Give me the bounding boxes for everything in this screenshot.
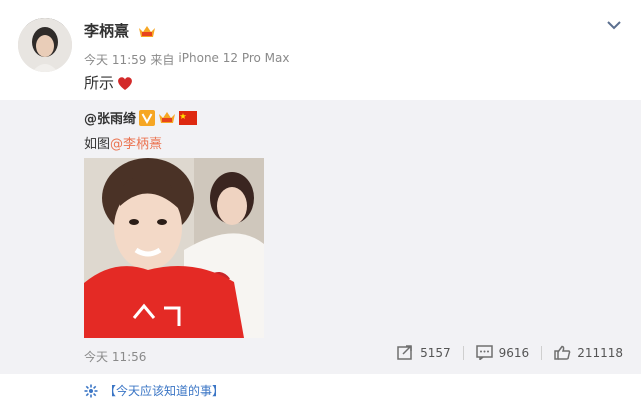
chevron-down-icon[interactable]: [605, 18, 623, 32]
comment-button[interactable]: 9616: [475, 345, 530, 360]
author-name[interactable]: 李柄熹: [84, 20, 129, 41]
topic-text[interactable]: 【今天应该知道的事】: [104, 382, 224, 399]
original-time[interactable]: 今天 11:56: [84, 348, 146, 365]
post-time[interactable]: 今天 11:59: [84, 51, 146, 68]
post-source: iPhone 12 Pro Max: [178, 51, 290, 65]
like-icon: [554, 345, 571, 360]
repost-count: 5157: [420, 345, 451, 360]
repost-button[interactable]: 5157: [397, 345, 451, 360]
post-body: 所示: [84, 74, 115, 92]
author-avatar[interactable]: [18, 18, 72, 72]
comment-icon: [475, 345, 493, 360]
vip-crown-icon[interactable]: [137, 23, 157, 39]
post-text: 所示: [84, 72, 134, 93]
repost-container: @张雨绮 如图@李柄熹 今天 11:56 5157 9616 211118: [0, 100, 641, 374]
post-meta: 今天 11:59 来自 iPhone 12 Pro Max: [84, 51, 290, 68]
divider: [462, 345, 464, 360]
vip-crown-icon[interactable]: [158, 110, 176, 125]
verified-v-icon: [139, 109, 156, 126]
original-author[interactable]: @张雨绮: [84, 108, 136, 127]
stats-bar: 5157 9616 211118: [397, 345, 623, 360]
like-count: 211118: [577, 345, 623, 360]
mention-link[interactable]: @李柄熹: [110, 137, 162, 152]
post-photo[interactable]: [84, 158, 264, 338]
topic-link[interactable]: 【今天应该知道的事】: [84, 382, 224, 399]
original-text-body: 如图: [84, 137, 111, 152]
repost-icon: [397, 345, 412, 360]
original-text: 如图@李柄熹: [84, 133, 162, 152]
source-prefix: 来自: [150, 53, 175, 67]
divider: [541, 345, 543, 360]
topic-icon: [84, 384, 98, 397]
comment-count: 9616: [498, 345, 530, 360]
like-button[interactable]: 211118: [554, 345, 623, 360]
china-flag-icon: [179, 110, 198, 125]
heart-icon: [118, 76, 132, 90]
